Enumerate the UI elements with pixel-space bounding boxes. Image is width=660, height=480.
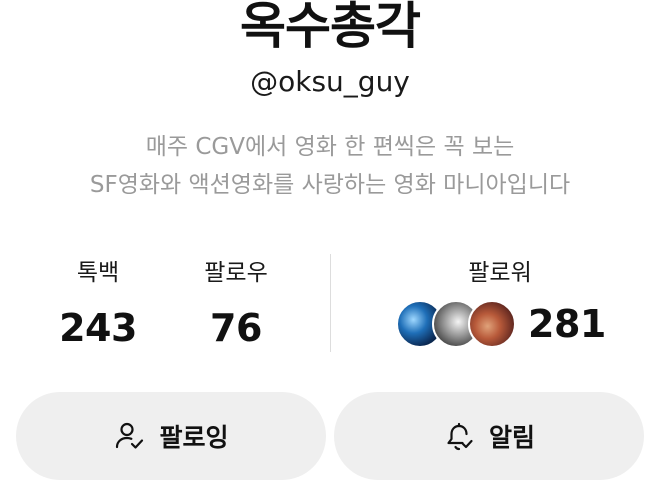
stats-divider (330, 254, 331, 352)
bell-check-icon (443, 420, 475, 452)
profile-handle: @oksu_guy (250, 65, 410, 98)
bio-line-1: 매주 CGV에서 영화 한 편씩은 꼭 보는 (145, 134, 515, 160)
alarm-button[interactable]: 알림 (334, 392, 644, 480)
profile-name: 옥수총각 (240, 0, 421, 55)
stat-following[interactable]: 팔로우 76 (186, 258, 286, 351)
user-check-icon (113, 420, 145, 452)
bio-line-2: SF영화와 액션영화를 사랑하는 영화 마니아입니다 (89, 172, 571, 198)
stat-following-label: 팔로우 (204, 260, 268, 286)
following-button[interactable]: 팔로잉 (16, 392, 326, 480)
follower-avatars[interactable] (396, 300, 526, 348)
stat-posts-label: 톡백 (76, 260, 120, 286)
stat-posts[interactable]: 톡백 243 (48, 258, 148, 351)
stat-followers-label: 팔로워 (468, 260, 532, 286)
follower-avatar (468, 300, 516, 348)
stat-following-count: 76 (210, 306, 262, 350)
alarm-button-label: 알림 (488, 423, 535, 452)
following-button-label: 팔로잉 (159, 423, 229, 452)
stat-posts-count: 243 (59, 306, 137, 350)
profile-bio: 매주 CGV에서 영화 한 편씩은 꼭 보는 SF영화와 액션영화를 사랑하는 … (0, 128, 660, 204)
stat-followers-count[interactable]: 281 (528, 300, 606, 348)
